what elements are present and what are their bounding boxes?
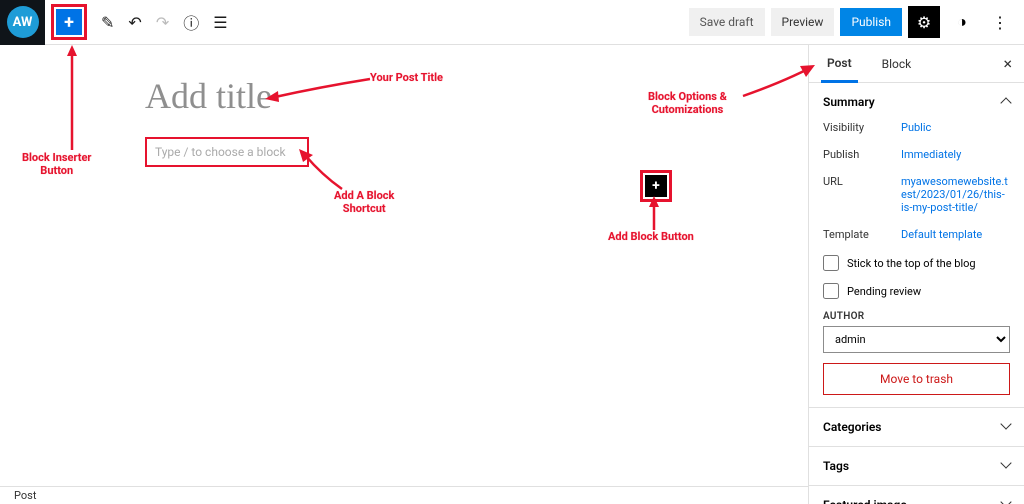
- settings-button[interactable]: ⚙: [908, 6, 940, 38]
- block-shortcut-highlight: Type / to choose a block: [145, 137, 309, 167]
- featured-image-title: Featured image: [823, 498, 907, 504]
- site-logo[interactable]: AW: [0, 0, 45, 45]
- add-block-button[interactable]: +: [645, 175, 667, 197]
- undo-icon[interactable]: ↶: [128, 13, 141, 32]
- arrow-icon: [265, 77, 370, 101]
- tags-panel: Tags: [809, 447, 1024, 486]
- jetpack-icon[interactable]: ◑: [946, 6, 978, 38]
- sidebar-tabs: Post Block ×: [809, 45, 1024, 83]
- anno-title: Your Post Title: [370, 72, 443, 85]
- move-to-trash-button[interactable]: Move to trash: [823, 363, 1010, 395]
- footer-text[interactable]: Post: [14, 489, 36, 502]
- arrow-icon: [648, 196, 660, 230]
- toolbar-actions: Save draft Preview Publish ⚙ ◑ ⋮: [689, 6, 1024, 38]
- info-icon[interactable]: ⓘ: [183, 10, 199, 34]
- edit-icon[interactable]: ✎: [101, 13, 114, 32]
- stick-top-label: Stick to the top of the blog: [847, 257, 976, 270]
- anno-add-block: Add Block Button: [608, 231, 694, 244]
- logo-text: AW: [7, 6, 39, 38]
- summary-panel: Summary Visibility Public Publish Immedi…: [809, 83, 1024, 408]
- template-label: Template: [823, 228, 901, 241]
- block-inserter-highlight: +: [51, 4, 87, 40]
- stick-top-checkbox[interactable]: [823, 255, 839, 271]
- block-placeholder[interactable]: Type / to choose a block: [155, 145, 299, 159]
- categories-title: Categories: [823, 420, 881, 434]
- arrow-icon: [297, 147, 347, 192]
- featured-image-header[interactable]: Featured image: [809, 486, 1024, 504]
- categories-panel: Categories: [809, 408, 1024, 447]
- chevron-down-icon: [1002, 498, 1010, 504]
- summary-header[interactable]: Summary: [809, 83, 1024, 121]
- arrow-icon: [740, 63, 815, 101]
- publish-value[interactable]: Immediately: [901, 148, 1010, 161]
- summary-title: Summary: [823, 95, 875, 109]
- chevron-down-icon: [1002, 459, 1010, 473]
- top-toolbar: AW + ✎ ↶ ↷ ⓘ ☰ Save draft Preview Publis…: [0, 0, 1024, 45]
- chevron-up-icon: [1002, 95, 1010, 109]
- url-value[interactable]: myawesomewebsite.test/2023/01/26/this-is…: [901, 175, 1010, 214]
- preview-button[interactable]: Preview: [771, 8, 835, 36]
- publish-label: Publish: [823, 148, 901, 161]
- visibility-value[interactable]: Public: [901, 121, 1010, 134]
- edit-tools: ✎ ↶ ↷ ⓘ ☰: [101, 10, 228, 34]
- author-select[interactable]: admin: [823, 326, 1010, 353]
- tab-post[interactable]: Post: [821, 46, 858, 83]
- block-inserter-button[interactable]: +: [56, 9, 82, 35]
- anno-shortcut: Add A Block Shortcut: [334, 190, 394, 215]
- url-label: URL: [823, 175, 901, 188]
- author-label: AUTHOR: [823, 311, 1010, 322]
- save-draft-button[interactable]: Save draft: [689, 8, 765, 36]
- anno-block-options: Block Options & Cutomizations: [648, 91, 727, 116]
- more-options-icon[interactable]: ⋮: [984, 6, 1016, 38]
- categories-header[interactable]: Categories: [809, 408, 1024, 446]
- tags-header[interactable]: Tags: [809, 447, 1024, 485]
- outline-icon[interactable]: ☰: [213, 13, 227, 32]
- pending-review-checkbox[interactable]: [823, 283, 839, 299]
- anno-block-inserter: Block Inserter Button: [22, 152, 91, 177]
- tab-block[interactable]: Block: [876, 45, 918, 82]
- template-value[interactable]: Default template: [901, 228, 1010, 241]
- close-icon[interactable]: ×: [1003, 54, 1012, 73]
- chevron-down-icon: [1002, 420, 1010, 434]
- settings-sidebar: Post Block × Summary Visibility Public P…: [808, 45, 1024, 504]
- visibility-label: Visibility: [823, 121, 901, 134]
- featured-image-panel: Featured image: [809, 486, 1024, 504]
- redo-icon[interactable]: ↷: [156, 13, 169, 32]
- tags-title: Tags: [823, 459, 849, 473]
- breadcrumb: Post: [0, 486, 808, 504]
- publish-button[interactable]: Publish: [840, 8, 902, 36]
- pending-review-label: Pending review: [847, 285, 921, 298]
- arrow-icon: [66, 45, 78, 150]
